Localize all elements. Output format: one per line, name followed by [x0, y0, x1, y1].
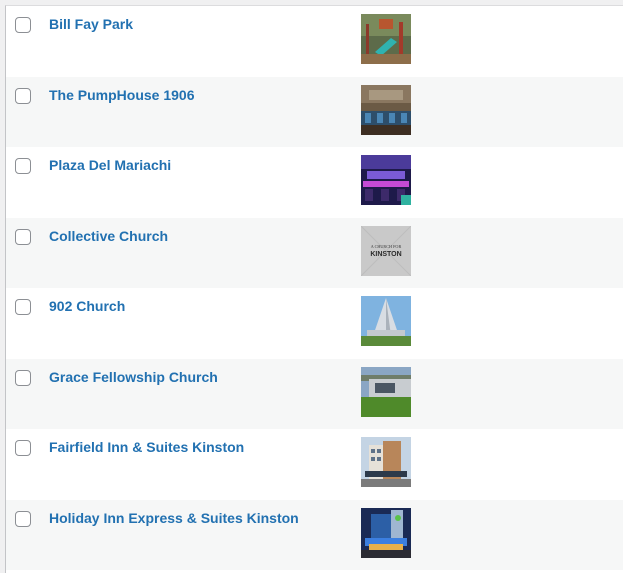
table-row: Fairfield Inn & Suites Kinston — [6, 429, 623, 500]
row-select-checkbox[interactable] — [15, 510, 31, 527]
row-thumbnail[interactable] — [361, 366, 411, 417]
row-title-link[interactable]: The PumpHouse 1906 — [49, 87, 195, 103]
row-thumbnail[interactable] — [361, 84, 411, 135]
row-title-link[interactable]: 902 Church — [49, 298, 125, 314]
table-row: Collective Church A CHURCH FOR KINSTON — [6, 217, 623, 288]
row-title-link[interactable]: Collective Church — [49, 228, 168, 244]
row-title-link[interactable]: Grace Fellowship Church — [49, 369, 218, 385]
table-row: Grace Fellowship Church — [6, 358, 623, 429]
table-row: Plaza Del Mariachi — [6, 147, 623, 218]
row-thumbnail[interactable] — [361, 507, 411, 558]
row-thumbnail[interactable] — [361, 14, 411, 64]
row-thumbnail[interactable] — [361, 155, 411, 205]
row-select-checkbox[interactable] — [15, 369, 31, 386]
row-select-checkbox[interactable] — [15, 440, 31, 456]
row-select-checkbox[interactable] — [15, 299, 31, 315]
row-thumbnail[interactable] — [361, 296, 411, 346]
table-row: Bill Fay Park — [6, 6, 623, 77]
table-row: 902 Church — [6, 288, 623, 359]
logo-line-2: KINSTON — [370, 251, 401, 258]
table-row: Holiday Inn Express & Suites Kinston — [6, 499, 623, 570]
row-thumbnail[interactable]: A CHURCH FOR KINSTON — [361, 225, 411, 276]
row-title-link[interactable]: Fairfield Inn & Suites Kinston — [49, 439, 244, 455]
row-thumbnail[interactable] — [361, 437, 411, 487]
row-title-link[interactable]: Plaza Del Mariachi — [49, 157, 171, 173]
row-select-checkbox[interactable] — [15, 17, 31, 33]
logo-line-1: A CHURCH FOR — [371, 244, 402, 249]
table-row: The PumpHouse 1906 — [6, 76, 623, 147]
row-title-link[interactable]: Bill Fay Park — [49, 16, 133, 32]
row-select-checkbox[interactable] — [15, 158, 31, 174]
row-select-checkbox[interactable] — [15, 228, 31, 245]
posts-list-table: Bill Fay Park The PumpHouse 1906 Plaza D… — [5, 5, 623, 573]
row-title-link[interactable]: Holiday Inn Express & Suites Kinston — [49, 510, 299, 526]
row-select-checkbox[interactable] — [15, 87, 31, 104]
